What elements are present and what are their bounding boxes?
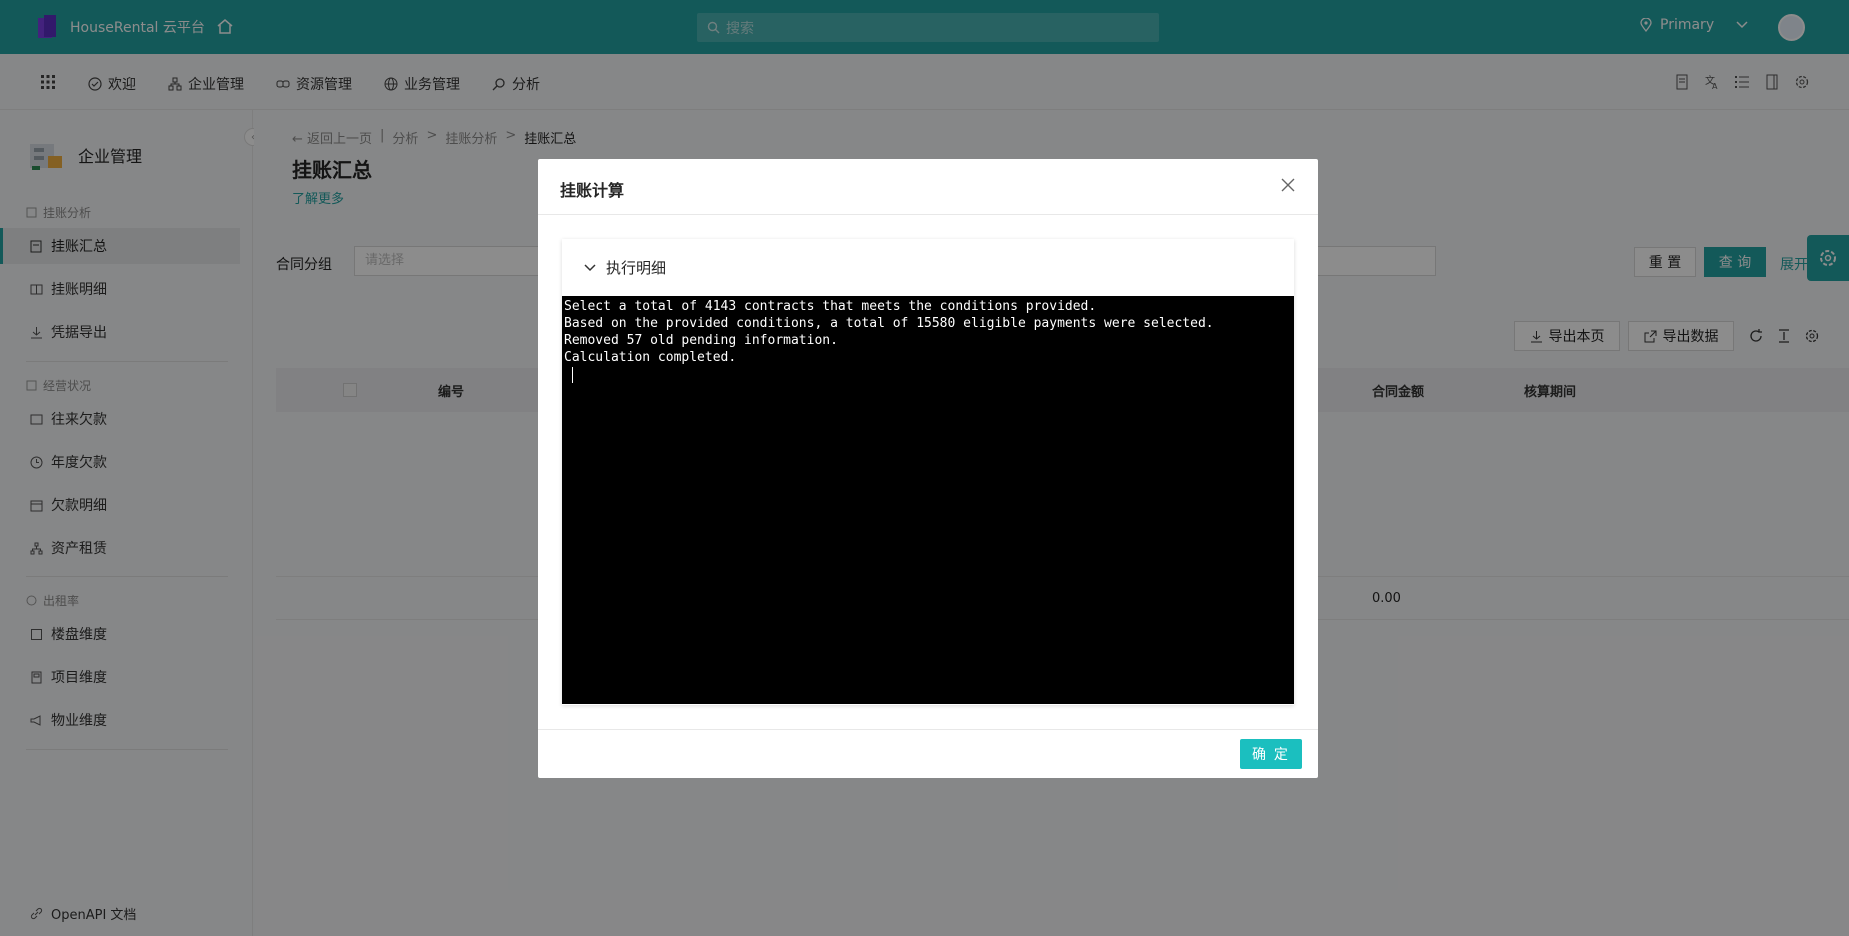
pending-calc-dialog: 挂账计算 执行明细 Select a total of 4143 contrac… (538, 159, 1318, 778)
dialog-footer (538, 729, 1318, 778)
ok-button[interactable]: 确 定 (1240, 739, 1302, 769)
dialog-header: 挂账计算 (538, 159, 1318, 215)
execution-detail-panel: 执行明细 Select a total of 4143 contracts th… (562, 239, 1294, 705)
chevron-down-icon (584, 263, 596, 271)
execution-detail-title: 执行明细 (606, 259, 667, 277)
dialog-title: 挂账计算 (560, 181, 625, 200)
execution-log-console[interactable]: Select a total of 4143 contracts that me… (562, 296, 1294, 704)
text-cursor (572, 366, 573, 383)
execution-log-text: Select a total of 4143 contracts that me… (564, 299, 1214, 365)
execution-detail-toggle[interactable]: 执行明细 (562, 239, 1294, 296)
close-icon[interactable] (1280, 177, 1296, 193)
